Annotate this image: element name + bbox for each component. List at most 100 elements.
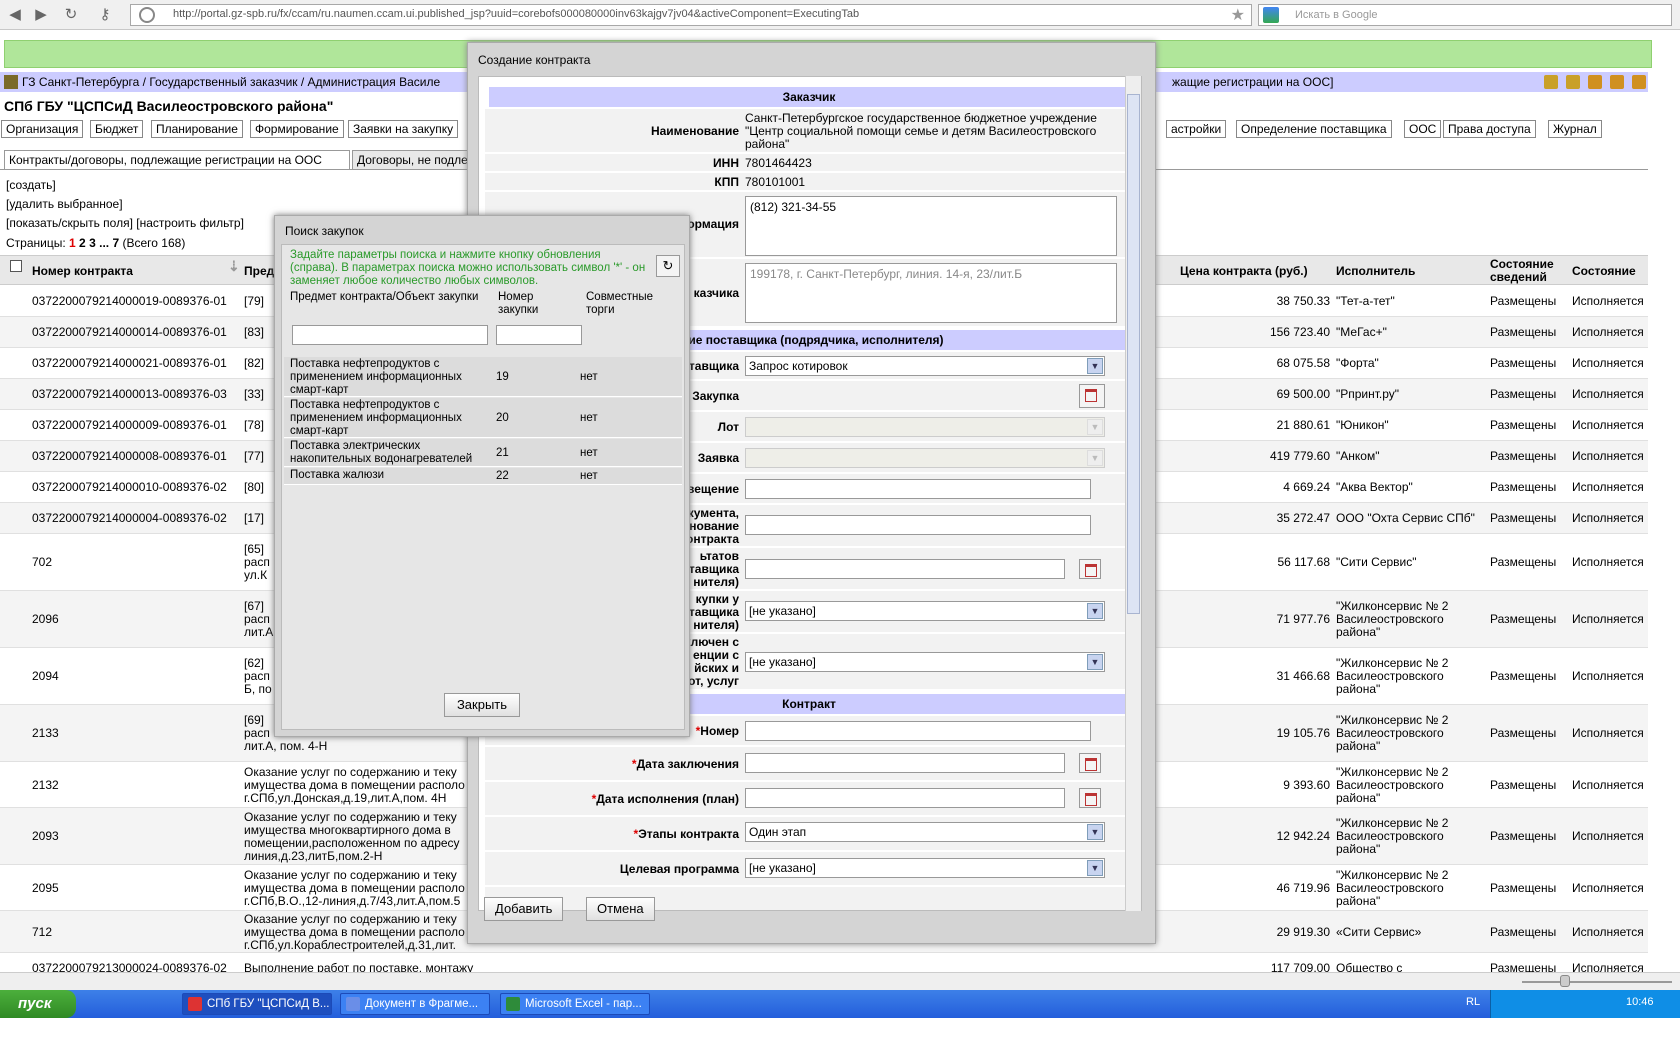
col-number[interactable]: Номер контракта: [32, 265, 133, 278]
menu-journal[interactable]: Журнал: [1548, 120, 1602, 138]
contact-info-field[interactable]: (812) 321-34-55: [745, 196, 1117, 256]
col-price[interactable]: Цена контракта (руб.): [1180, 265, 1308, 278]
concluded-select[interactable]: [не указано] ▼: [745, 652, 1105, 672]
add-button[interactable]: Добавить: [484, 897, 564, 921]
refresh-icon[interactable]: ↻: [656, 255, 680, 277]
method-select[interactable]: Запрос котировок ▼: [745, 356, 1105, 376]
select-all-checkbox[interactable]: [10, 260, 22, 272]
results-date-input[interactable]: [745, 559, 1065, 579]
purchase-search-button[interactable]: [1079, 384, 1105, 408]
bookmark-star-icon[interactable]: ★: [1231, 5, 1245, 25]
search-subject-input[interactable]: [292, 325, 488, 345]
notice-input[interactable]: [745, 479, 1091, 499]
menu-access-rights[interactable]: Права доступа: [1443, 120, 1536, 138]
col-info-state[interactable]: Состояние сведений: [1490, 258, 1570, 284]
tab-contracts-other[interactable]: Договоры, не подле: [352, 150, 472, 170]
house-icon[interactable]: [1566, 75, 1580, 89]
col-executor[interactable]: Исполнитель: [1336, 265, 1415, 278]
cell-number[interactable]: 0372200079214000014-0089376-01: [32, 326, 242, 339]
cell-number[interactable]: 2133: [32, 727, 242, 740]
cell-number[interactable]: 702: [32, 556, 242, 569]
cell-number[interactable]: 2095: [32, 882, 242, 895]
show-hide-filter-link[interactable]: [показать/скрыть поля] [настроить фильтр…: [6, 216, 244, 230]
menu-planning[interactable]: Планирование: [151, 120, 243, 138]
calendar-icon[interactable]: [1079, 788, 1101, 808]
task-browser[interactable]: СПб ГБУ "ЦСПСиД В...: [182, 993, 332, 1015]
col-subject[interactable]: Пред: [244, 265, 274, 278]
page-1[interactable]: 1: [69, 236, 76, 250]
arrow-left-icon[interactable]: [1610, 75, 1624, 89]
cell-number[interactable]: 0372200079214000021-0089376-01: [32, 357, 242, 370]
refresh-icon[interactable]: [1588, 75, 1602, 89]
cell-number[interactable]: 2093: [32, 830, 242, 843]
chevron-down-icon[interactable]: ▼: [1087, 824, 1103, 840]
task-excel[interactable]: Microsoft Excel - пар...: [500, 993, 650, 1015]
search-result-row[interactable]: Поставка нефтепродуктов с применением ин…: [284, 357, 682, 397]
chevron-down-icon[interactable]: ▼: [1087, 358, 1103, 374]
cell-number[interactable]: 0372200079214000019-0089376-01: [32, 295, 242, 308]
search-result-row[interactable]: Поставка жалюзи 22 нет: [284, 468, 682, 485]
search-result-row[interactable]: Поставка нефтепродуктов с применением ин…: [284, 398, 682, 438]
cell-number[interactable]: 2096: [32, 613, 242, 626]
search-result-row[interactable]: Поставка электрических накопительных вод…: [284, 439, 682, 467]
chevron-down-icon[interactable]: ▼: [1087, 603, 1103, 619]
contract-number-input[interactable]: [745, 721, 1091, 741]
chevron-down-icon[interactable]: ▼: [1087, 654, 1103, 670]
tab-contracts-oos[interactable]: Контракты/договоры, подлежащие регистрац…: [4, 150, 350, 170]
exec-date-input[interactable]: [745, 788, 1065, 808]
cell-number[interactable]: 0372200079214000009-0089376-01: [32, 419, 242, 432]
cell-number[interactable]: 2094: [32, 670, 242, 683]
zoom-handle[interactable]: [1560, 975, 1570, 987]
cancel-button[interactable]: Отмена: [586, 897, 655, 921]
delete-selected-link[interactable]: [удалить выбранное]: [6, 197, 123, 211]
doc-input[interactable]: [745, 515, 1091, 535]
language-indicator[interactable]: RL: [1466, 996, 1480, 1008]
google-search-box[interactable]: Искать в Google: [1258, 4, 1672, 26]
contract-date-input[interactable]: [745, 753, 1065, 773]
folder-icon[interactable]: [1544, 75, 1558, 89]
menu-settings[interactable]: астройки: [1166, 120, 1227, 138]
scroll-thumb[interactable]: [1127, 94, 1140, 614]
program-select[interactable]: [не указано] ▼: [745, 858, 1105, 878]
menu-supplier-definition[interactable]: Определение поставщика: [1236, 120, 1392, 138]
col-state[interactable]: Состояние: [1572, 265, 1636, 278]
page-last[interactable]: 7: [112, 236, 119, 250]
cell-number[interactable]: 0372200079214000013-0089376-03: [32, 388, 242, 401]
close-button[interactable]: Закрыть: [444, 693, 520, 717]
stages-select[interactable]: Один этап ▼: [745, 822, 1105, 842]
reload-icon[interactable]: ↻: [62, 6, 80, 24]
create-link[interactable]: [создать]: [6, 178, 56, 192]
page-3[interactable]: 3: [89, 236, 96, 250]
arrow-right-icon[interactable]: [1632, 75, 1646, 89]
start-button[interactable]: пуск: [0, 990, 76, 1018]
chevron-down-icon[interactable]: ▼: [1087, 860, 1103, 876]
dialog-scrollbar[interactable]: [1125, 76, 1141, 911]
menu-requests[interactable]: Заявки на закупку: [348, 120, 459, 138]
menu-organization[interactable]: Организация: [1, 120, 84, 138]
cell-number[interactable]: 2132: [32, 779, 242, 792]
lot-select[interactable]: ▼: [745, 417, 1105, 437]
zoom-slider[interactable]: [1522, 981, 1672, 983]
bid-select[interactable]: ▼: [745, 448, 1105, 468]
menu-budget[interactable]: Бюджет: [90, 120, 144, 138]
address-bar[interactable]: http://portal.gz-spb.ru/fx/ccam/ru.naume…: [130, 4, 1252, 26]
from-select[interactable]: [не указано] ▼: [745, 601, 1105, 621]
cell-number[interactable]: 712: [32, 926, 242, 939]
menu-oos[interactable]: ООС: [1404, 120, 1442, 138]
calendar-icon[interactable]: [1079, 753, 1101, 773]
key-icon[interactable]: ⚷: [96, 6, 114, 24]
cell-number[interactable]: 0372200079214000008-0089376-01: [32, 450, 242, 463]
back-icon[interactable]: ◀: [6, 6, 24, 24]
sort-icon[interactable]: ⇣: [228, 259, 240, 273]
search-number-input[interactable]: [496, 325, 582, 345]
cell-number[interactable]: 0372200079214000010-0089376-02: [32, 481, 242, 494]
forward-icon[interactable]: ▶: [32, 6, 50, 24]
task-document[interactable]: Документ в Фрагме...: [340, 993, 490, 1015]
menu-forming[interactable]: Формирование: [250, 120, 344, 138]
address-field[interactable]: 199178, г. Санкт-Петербург, линия. 14-я,…: [745, 263, 1117, 323]
calendar-icon[interactable]: [1079, 559, 1101, 579]
breadcrumb-path[interactable]: ГЗ Санкт-Петербурга / Государственный за…: [22, 75, 440, 89]
home-icon[interactable]: [4, 75, 18, 89]
page-2[interactable]: 2: [79, 236, 86, 250]
cell-number[interactable]: 0372200079214000004-0089376-02: [32, 512, 242, 525]
